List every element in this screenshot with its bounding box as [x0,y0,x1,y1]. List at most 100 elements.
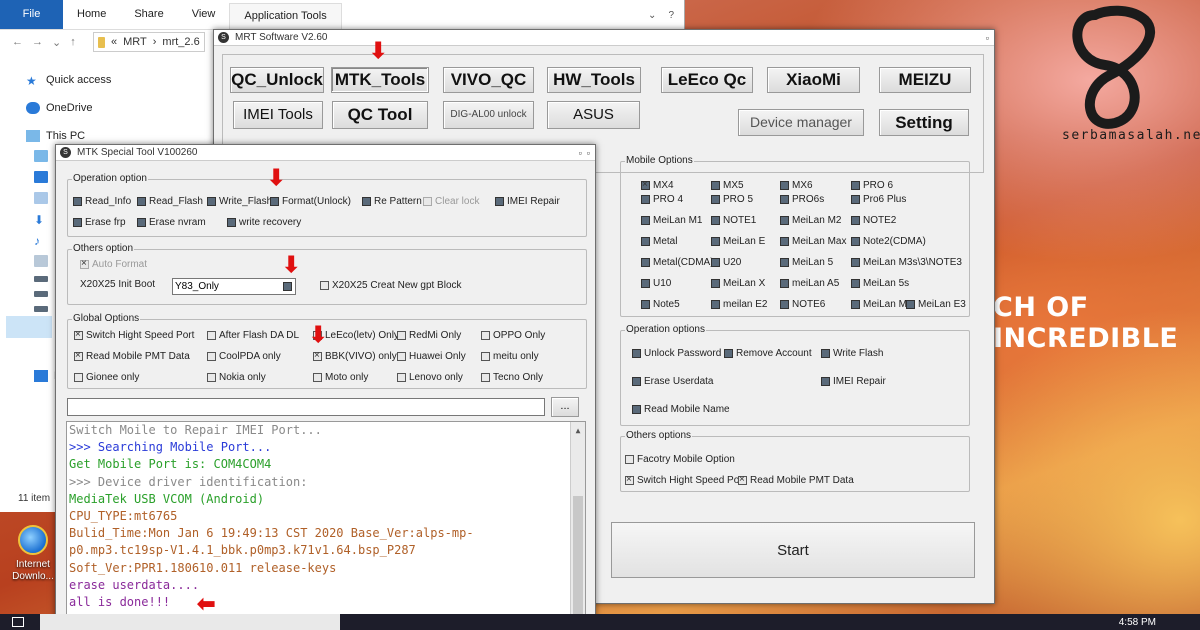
tab-application-tools[interactable]: Application Tools [229,3,342,29]
nav-onedrive[interactable]: OneDrive [0,94,92,122]
up-icon[interactable]: ↑ [70,36,76,48]
desktop-icon[interactable] [34,171,48,183]
write-flash-option[interactable]: Write Flash [821,348,883,359]
imei-repair-option[interactable]: IMEI Repair [821,376,886,387]
imei-tools-button[interactable]: IMEI Tools [233,101,323,129]
mobile-model-option[interactable]: U10 [641,278,671,289]
hw-tools-button[interactable]: HW_Tools [547,67,641,93]
global-option[interactable]: CoolPDA only [207,351,281,362]
mobile-model-option[interactable]: NOTE6 [780,299,825,310]
mobile-model-option[interactable]: MeiLan 5 [780,257,833,268]
global-option[interactable]: Huawei Only [397,351,466,362]
mobile-model-option[interactable]: NOTE1 [711,215,756,226]
command-input[interactable] [67,398,545,416]
global-option[interactable]: RedMi Only [397,330,461,341]
mobile-model-option[interactable]: NOTE2 [851,215,896,226]
mobile-model-option[interactable]: MeiLan 5s [851,278,909,289]
mobile-model-option[interactable]: MeiLan E3 [906,299,966,310]
chevron-down-icon[interactable]: ⌄ [648,10,656,21]
breadcrumb-mrt[interactable]: MRT [123,36,147,48]
re-pattern-option[interactable]: Re Pattern [362,196,422,207]
erase-nvram-option[interactable]: Erase nvram [137,217,206,228]
device-manager-button[interactable]: Device manager [738,109,864,136]
mobile-model-option[interactable]: U20 [711,257,741,268]
back-icon[interactable]: ← [12,36,23,48]
tab-home[interactable]: Home [63,0,120,29]
breadcrumb-mrt-version[interactable]: mrt_2.6 [162,36,199,48]
mobile-model-option[interactable]: MeiLan M1 [641,215,702,226]
log-scrollbar[interactable]: ▲ [570,422,585,628]
gpt-block-option[interactable]: X20X25 Creat New gpt Block [320,280,462,291]
remove-account-option[interactable]: Remove Account [724,348,812,359]
mobile-model-option[interactable]: MeiLan Max [780,236,846,247]
nav-this-pc[interactable]: This PC [0,122,85,150]
scroll-up-icon[interactable]: ▲ [571,422,585,439]
meizu-button[interactable]: MEIZU [879,67,971,93]
vivo-qc-button[interactable]: VIVO_QC [443,67,534,93]
address-path[interactable]: « MRT › mrt_2.6 [92,32,205,52]
global-option[interactable]: Nokia only [207,372,266,383]
drive-icon[interactable] [34,291,48,297]
imei-repair-option[interactable]: IMEI Repair [495,196,560,207]
read-flash-option[interactable]: Read_Flash [137,196,203,207]
minimize-icon[interactable]: ▫ [579,148,582,158]
global-option[interactable]: Tecno Only [481,372,543,383]
asus-button[interactable]: ASUS [547,101,640,129]
global-option[interactable]: Gionee only [74,372,139,383]
factory-mobile-option[interactable]: Facotry Mobile Option [625,454,735,465]
desktop-icon-internet-download[interactable]: Internet Downlo... [8,525,58,583]
nav-quick-access[interactable]: ★ Quick access [0,66,111,94]
mobile-model-option[interactable]: PRO 5 [711,194,753,205]
taskbar-search-box[interactable] [40,614,340,630]
mobile-model-option[interactable]: Pro6 Plus [851,194,906,205]
global-option[interactable]: BBK(VIVO) only [313,350,397,362]
mobile-model-option[interactable]: PRO 4 [641,194,683,205]
videos-icon[interactable] [34,276,48,282]
mobile-model-option[interactable]: Metal [641,236,677,247]
taskbar-clock[interactable]: 4:58 PM [1119,617,1156,628]
global-option[interactable]: Moto only [313,372,368,383]
tab-file[interactable]: File [0,0,63,29]
init-boot-select[interactable]: Y83_Only [172,278,296,295]
global-option[interactable]: Switch Hight Speed Port [74,329,194,341]
qc-unlock-button[interactable]: QC_Unlock [230,67,324,93]
write-recovery-option[interactable]: write recovery [227,217,301,228]
global-option[interactable]: meitu only [481,351,539,362]
forward-icon[interactable]: → [32,36,43,48]
read-mobile-name-option[interactable]: Read Mobile Name [632,404,730,415]
unlock-password-option[interactable]: Unlock Password [632,348,721,359]
help-icon[interactable]: ? [668,10,674,21]
leeco-qc-button[interactable]: LeEco Qc [661,67,753,93]
read-mobile-pmt-data-option[interactable]: Read Mobile PMT Data [738,474,854,486]
mobile-model-option[interactable]: Note2(CDMA) [851,236,926,247]
mobile-model-option[interactable]: PRO 6 [851,180,893,191]
mobile-model-option[interactable]: Metal(CDMA) [641,257,714,268]
mrt-titlebar[interactable]: S MRT Software V2.60 ▫ [214,30,994,46]
global-option[interactable]: Lenovo only [397,372,463,383]
log-output[interactable]: Switch Moile to Repair IMEI Port... >>> S… [66,421,586,629]
mobile-model-option[interactable]: MeiLan M6 [851,299,912,310]
mtk-titlebar[interactable]: S MTK Special Tool V100260 ▫ ▫ [56,145,595,161]
erase-userdata-option[interactable]: Erase Userdata [632,376,713,387]
format-unlock-option[interactable]: Format(Unlock) [270,196,351,207]
dropdown-icon[interactable] [283,282,292,291]
recent-icon[interactable]: ⌄ [52,36,61,49]
mobile-model-option[interactable]: MX4 [641,179,674,191]
music-icon[interactable]: ♪ [34,234,48,248]
pictures-icon[interactable] [34,255,48,267]
folder-icon[interactable] [34,150,48,162]
tab-share[interactable]: Share [120,0,177,29]
xiaomi-button[interactable]: XiaoMi [767,67,860,93]
mobile-model-option[interactable]: meilan E2 [711,299,767,310]
qc-tool-button[interactable]: QC Tool [332,101,428,129]
mobile-model-option[interactable]: MX6 [780,180,813,191]
mobile-model-option[interactable]: meiLan A5 [780,278,839,289]
mobile-model-option[interactable]: PRO6s [780,194,824,205]
write-flash-option[interactable]: Write_Flash [207,196,272,207]
mobile-model-option[interactable]: MeiLan E [711,236,765,247]
browse-button[interactable]: ... [551,397,579,417]
erase-frp-option[interactable]: Erase frp [73,217,126,228]
scroll-thumb[interactable] [573,496,583,626]
mobile-model-option[interactable]: MX5 [711,180,744,191]
global-option[interactable]: After Flash DA DL [207,330,299,341]
